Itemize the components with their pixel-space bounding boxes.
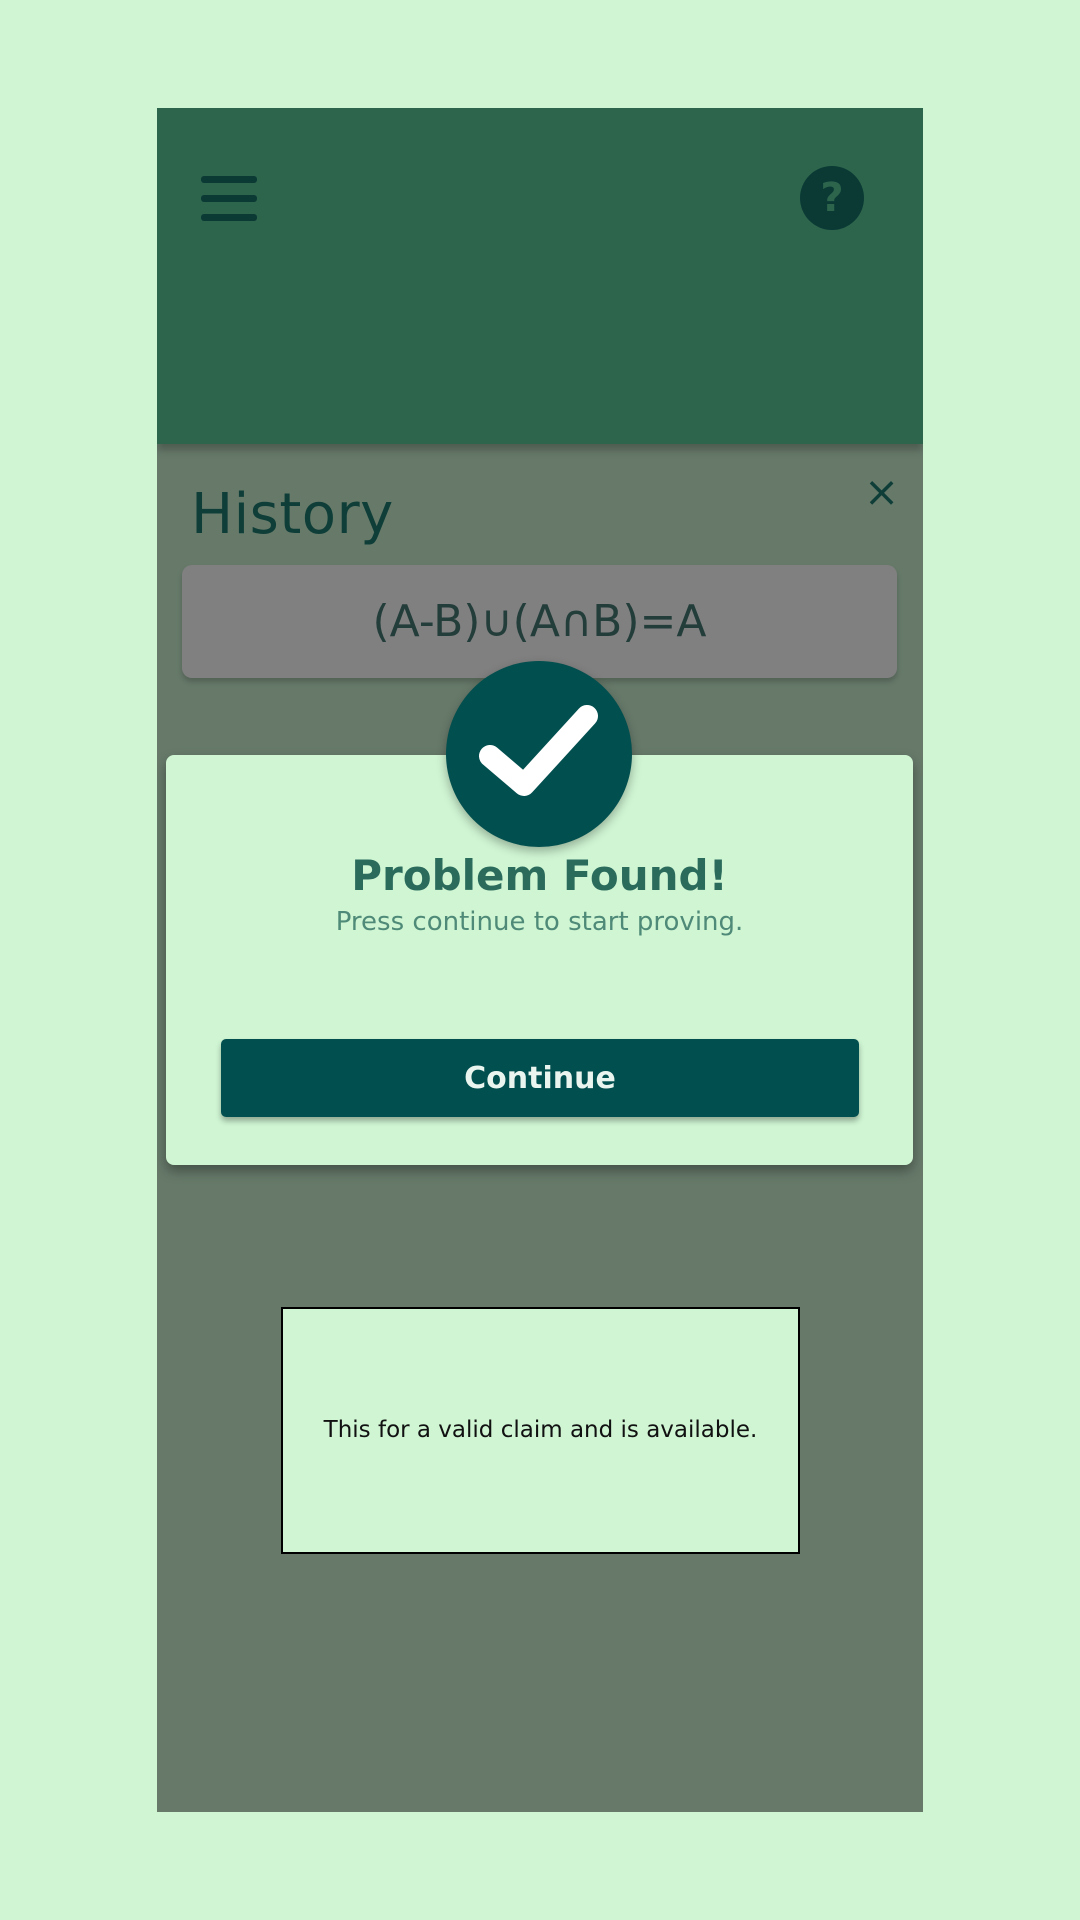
tooltip-text: This for a valid claim and is available. xyxy=(323,1417,758,1443)
checkmark-glyph xyxy=(479,705,598,796)
app-screen: ? History × (A-B)∪(A∩B)=A Problem Found!… xyxy=(157,108,923,1812)
app-header: ? xyxy=(157,108,923,444)
info-tooltip: This for a valid claim and is available. xyxy=(281,1307,800,1554)
dialog-subtitle: Press continue to start proving. xyxy=(335,907,744,937)
hamburger-menu-icon[interactable] xyxy=(201,172,257,224)
close-icon[interactable]: × xyxy=(864,471,899,513)
continue-button[interactable]: Continue xyxy=(221,1039,859,1117)
checkmark-icon xyxy=(446,661,632,847)
help-icon[interactable]: ? xyxy=(800,166,864,230)
history-title: History xyxy=(191,482,394,547)
dialog-title: Problem Found! xyxy=(351,851,728,900)
